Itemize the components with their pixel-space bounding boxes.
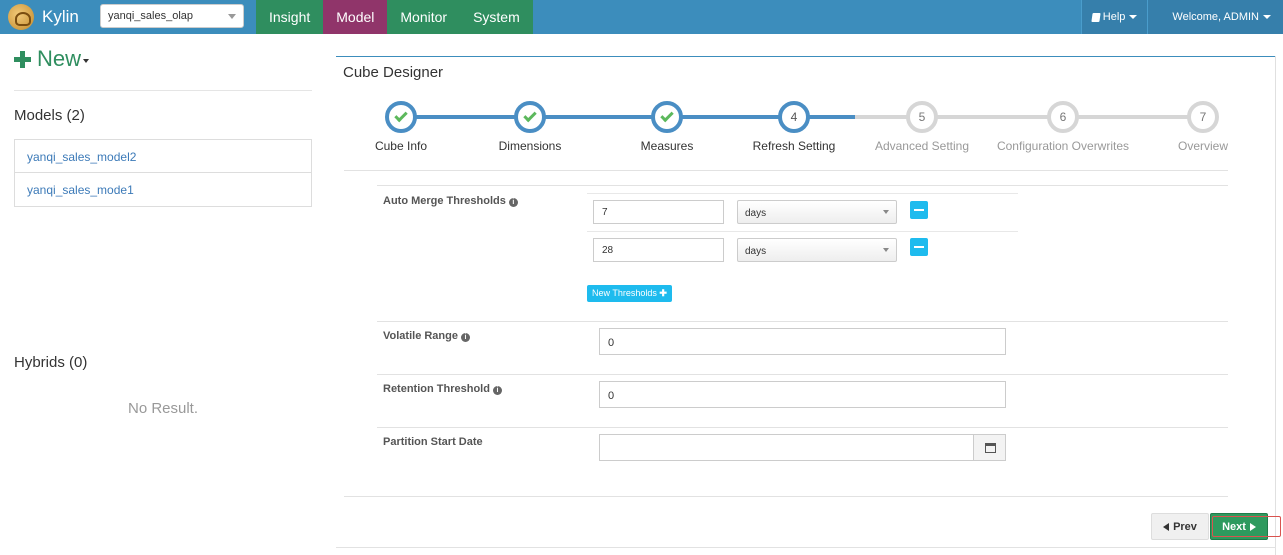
step-label: Measures bbox=[640, 139, 694, 153]
book-icon bbox=[1091, 12, 1101, 22]
model-list: yanqi_sales_model2 yanqi_sales_mode1 bbox=[14, 139, 312, 207]
models-heading: Models (2) bbox=[14, 107, 85, 124]
volatile-range-label: Volatile Range i bbox=[383, 330, 470, 342]
check-icon bbox=[394, 108, 408, 123]
new-button[interactable]: New bbox=[14, 46, 90, 72]
calendar-button[interactable] bbox=[973, 434, 1006, 461]
step-refresh-setting[interactable]: 4 Refresh Setting bbox=[724, 101, 864, 153]
panel-top-border bbox=[336, 56, 1276, 57]
step-label: Overview bbox=[1177, 139, 1228, 153]
form-row-divider bbox=[377, 185, 1228, 186]
info-icon[interactable]: i bbox=[460, 333, 470, 342]
highlight-box bbox=[1212, 516, 1281, 537]
tab-model[interactable]: Model bbox=[323, 0, 388, 34]
step-circle bbox=[514, 101, 546, 133]
info-icon[interactable]: i bbox=[508, 198, 518, 207]
form-row-divider bbox=[377, 321, 1228, 322]
auto-merge-label-text: Auto Merge Thresholds bbox=[383, 195, 506, 207]
step-overview[interactable]: 7 Overview bbox=[1133, 101, 1273, 153]
remove-threshold-button[interactable] bbox=[910, 238, 928, 256]
threshold-value-input[interactable]: 7 bbox=[593, 200, 724, 224]
nav-right: Help Welcome, ADMIN bbox=[1080, 0, 1283, 34]
plus-icon: ✚ bbox=[659, 288, 667, 298]
form-row-divider bbox=[377, 374, 1228, 375]
kylin-logo-icon bbox=[8, 4, 34, 30]
chevron-down-icon bbox=[1129, 15, 1138, 19]
auto-merge-label: Auto Merge Thresholds i bbox=[383, 195, 518, 207]
chevron-down-icon bbox=[228, 14, 236, 19]
sidebar-divider bbox=[14, 90, 312, 91]
tab-monitor[interactable]: Monitor bbox=[387, 0, 461, 34]
partition-start-date-input[interactable] bbox=[599, 434, 974, 461]
chevron-down-icon bbox=[1263, 15, 1271, 19]
page-title: Cube Designer bbox=[343, 64, 444, 81]
step-circle: 4 bbox=[778, 101, 810, 133]
top-navbar: Kylin yanqi_sales_olap Insight Model Mon… bbox=[0, 0, 1283, 34]
chevron-down-icon bbox=[883, 248, 889, 252]
step-label: Configuration Overwrites bbox=[996, 139, 1130, 153]
step-circle bbox=[651, 101, 683, 133]
panel-right-border bbox=[1275, 56, 1276, 555]
step-label: Advanced Setting bbox=[874, 139, 970, 153]
hybrids-heading: Hybrids (0) bbox=[14, 354, 88, 371]
check-icon bbox=[523, 108, 537, 123]
partition-start-date-label: Partition Start Date bbox=[383, 436, 483, 448]
help-label: Help bbox=[1102, 11, 1126, 23]
retention-threshold-label-text: Retention Threshold bbox=[383, 383, 490, 395]
project-select[interactable]: yanqi_sales_olap bbox=[100, 4, 244, 28]
user-menu[interactable]: Welcome, ADMIN bbox=[1147, 0, 1283, 34]
step-circle: 5 bbox=[906, 101, 938, 133]
threshold-unit-value: days bbox=[745, 208, 767, 219]
model-item-yanqi-sales-mode1[interactable]: yanqi_sales_mode1 bbox=[15, 173, 311, 206]
threshold-unit-select[interactable]: days bbox=[737, 200, 897, 224]
new-label: New bbox=[37, 46, 82, 71]
step-circle bbox=[385, 101, 417, 133]
stepper-divider bbox=[344, 170, 1228, 171]
retention-threshold-label: Retention Threshold i bbox=[383, 383, 502, 395]
prev-button[interactable]: Prev bbox=[1151, 513, 1209, 540]
form-bottom-divider bbox=[344, 496, 1228, 497]
volatile-range-input[interactable]: 0 bbox=[599, 328, 1006, 355]
step-label: Dimensions bbox=[498, 139, 562, 153]
retention-threshold-input[interactable]: 0 bbox=[599, 381, 1006, 408]
form-row-divider bbox=[377, 427, 1228, 428]
step-circle: 7 bbox=[1187, 101, 1219, 133]
help-menu[interactable]: Help bbox=[1080, 0, 1148, 34]
step-label: Cube Info bbox=[374, 139, 428, 153]
brand-name: Kylin bbox=[42, 7, 79, 26]
step-measures[interactable]: Measures bbox=[597, 101, 737, 153]
plus-icon bbox=[14, 50, 31, 68]
nav-tabs: Insight Model Monitor System bbox=[256, 0, 533, 34]
tab-insight[interactable]: Insight bbox=[256, 0, 324, 34]
chevron-down-icon bbox=[883, 210, 889, 214]
threshold-unit-select[interactable]: days bbox=[737, 238, 897, 262]
welcome-label: Welcome, ADMIN bbox=[1172, 11, 1259, 23]
threshold-row-divider bbox=[587, 231, 1018, 232]
panel-bottom-border bbox=[336, 547, 1276, 548]
check-icon bbox=[660, 108, 674, 123]
model-item-yanqi-sales-model2[interactable]: yanqi_sales_model2 bbox=[15, 140, 311, 173]
calendar-icon bbox=[985, 443, 996, 453]
step-advanced-setting[interactable]: 5 Advanced Setting bbox=[852, 101, 992, 153]
no-result-text: No Result. bbox=[127, 400, 199, 417]
tab-system[interactable]: System bbox=[460, 0, 533, 34]
step-circle: 6 bbox=[1047, 101, 1079, 133]
step-dimensions[interactable]: Dimensions bbox=[460, 101, 600, 153]
step-cube-info[interactable]: Cube Info bbox=[331, 101, 471, 153]
brand[interactable]: Kylin bbox=[8, 0, 79, 34]
prev-label: Prev bbox=[1173, 520, 1197, 533]
threshold-value-input[interactable]: 28 bbox=[593, 238, 724, 262]
new-thresholds-label: New Thresholds bbox=[592, 288, 657, 298]
step-label: Refresh Setting bbox=[752, 139, 836, 153]
new-thresholds-button[interactable]: New Thresholds ✚ bbox=[587, 285, 672, 302]
threshold-row-divider bbox=[587, 193, 1018, 194]
threshold-unit-value: days bbox=[745, 246, 767, 257]
step-configuration-overwrites[interactable]: 6 Configuration Overwrites bbox=[993, 101, 1133, 153]
arrow-left-icon bbox=[1163, 522, 1170, 531]
project-select-value: yanqi_sales_olap bbox=[108, 10, 194, 22]
volatile-range-label-text: Volatile Range bbox=[383, 330, 458, 342]
remove-threshold-button[interactable] bbox=[910, 201, 928, 219]
chevron-down-icon bbox=[83, 59, 90, 63]
info-icon[interactable]: i bbox=[492, 386, 502, 395]
